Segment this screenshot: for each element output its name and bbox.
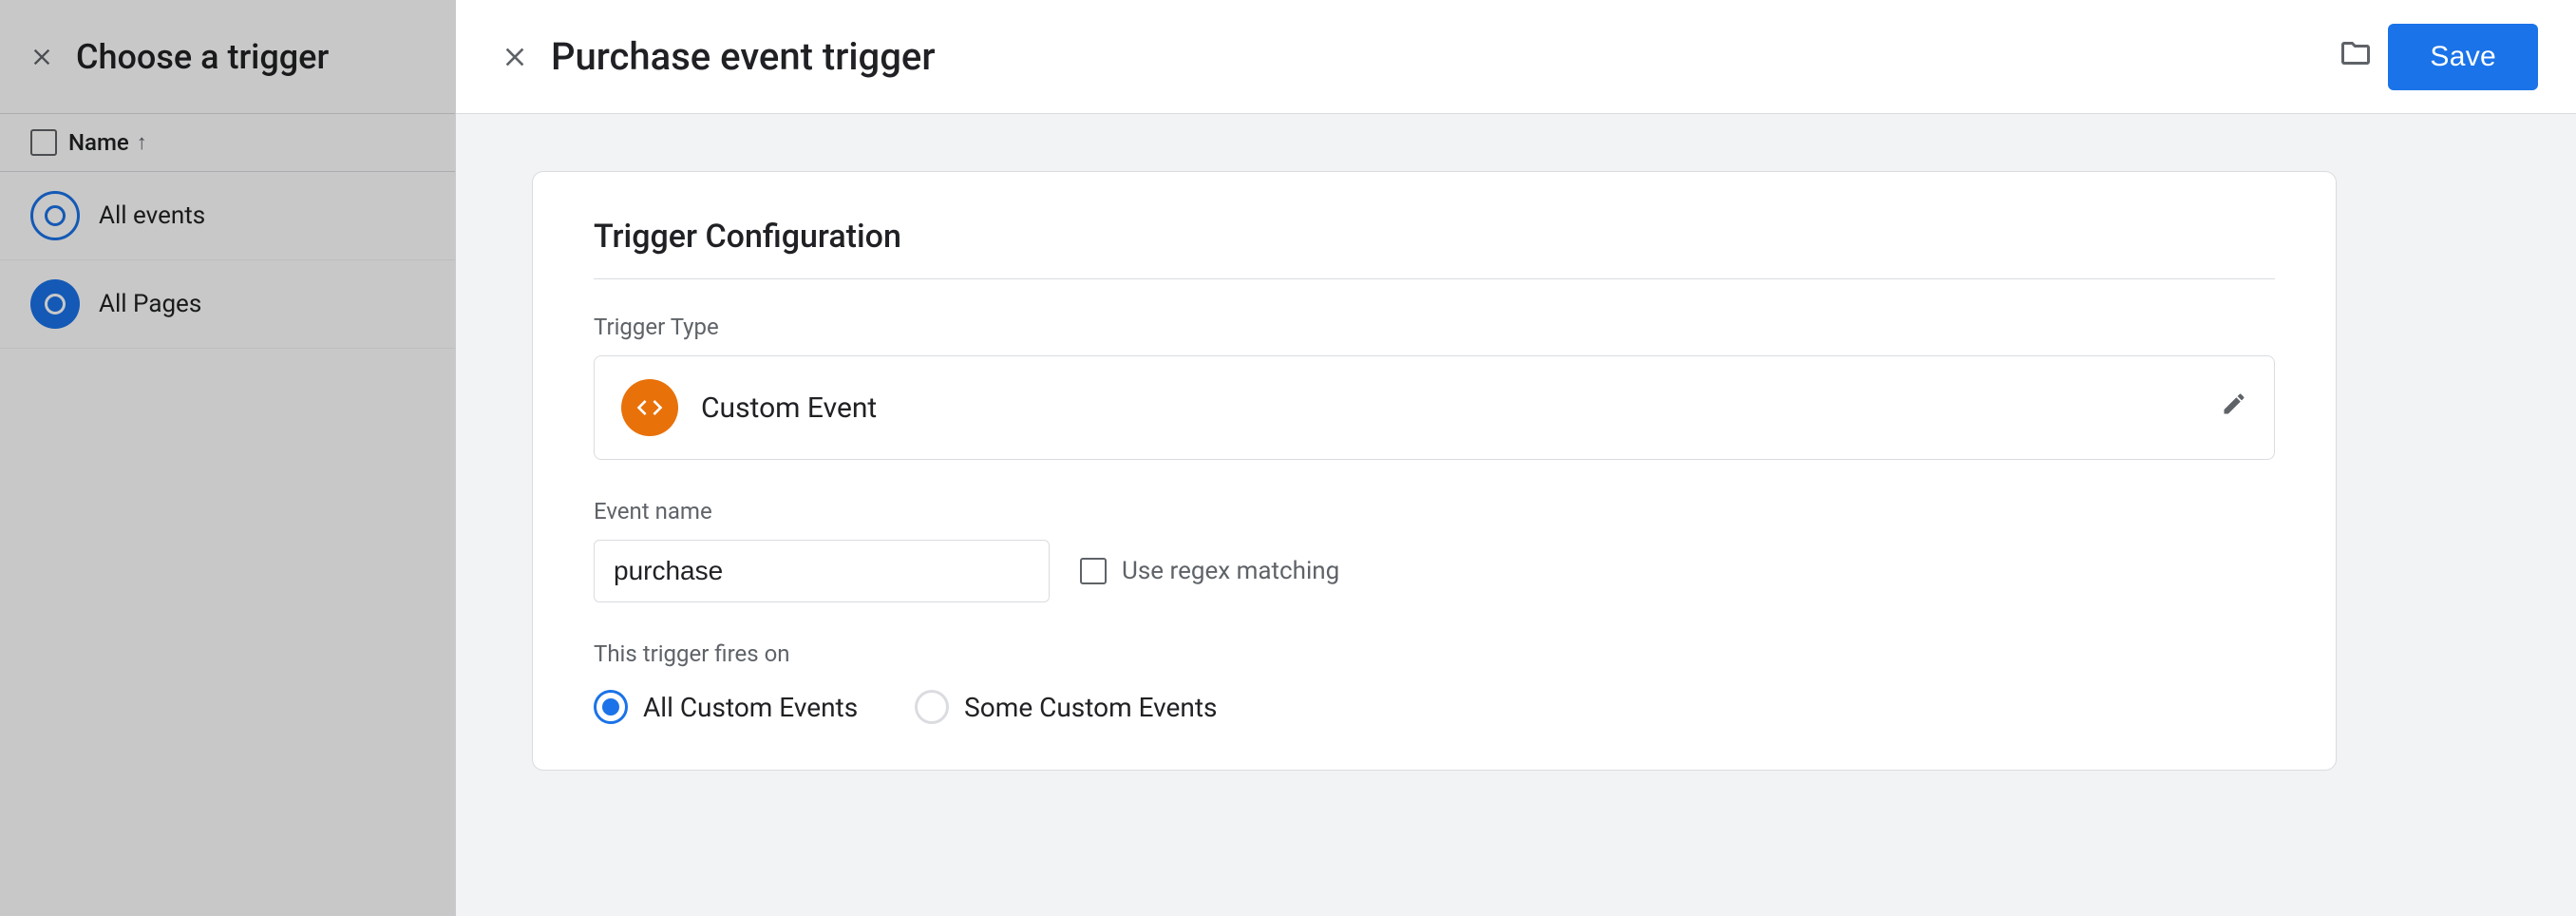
radio-label-all-custom: All Custom Events <box>643 692 858 723</box>
list-item-all-events[interactable]: All events <box>0 172 455 260</box>
trigger-type-section: Trigger Type Custom Event <box>594 314 2275 460</box>
config-card-title: Trigger Configuration <box>594 218 2275 279</box>
fires-on-label: This trigger fires on <box>594 640 2275 667</box>
all-pages-label: All Pages <box>99 290 201 318</box>
left-panel: Choose a trigger Name ↑ All events All P… <box>0 0 456 916</box>
sort-label[interactable]: Name ↑ <box>68 129 147 156</box>
save-button[interactable]: Save <box>2388 24 2538 90</box>
main-header-title: Purchase event trigger <box>551 34 2316 79</box>
radio-some-custom-events[interactable]: Some Custom Events <box>915 690 1217 724</box>
radio-circle-all-custom <box>594 690 628 724</box>
left-panel-header: Choose a trigger <box>0 0 455 114</box>
regex-row: Use regex matching <box>1080 557 1339 585</box>
radio-group: All Custom Events Some Custom Events <box>594 690 2275 724</box>
regex-label: Use regex matching <box>1122 557 1339 585</box>
all-events-icon <box>30 191 80 240</box>
regex-checkbox[interactable] <box>1080 558 1107 584</box>
radio-inner-all-custom <box>602 698 619 716</box>
custom-event-icon <box>621 379 678 436</box>
main-panel: Purchase event trigger Save Trigger Conf… <box>456 0 2576 916</box>
trigger-type-box[interactable]: Custom Event <box>594 355 2275 460</box>
content-area: Trigger Configuration Trigger Type Custo… <box>456 114 2576 916</box>
all-events-icon-inner <box>45 205 66 226</box>
folder-icon[interactable] <box>2339 36 2373 78</box>
radio-label-some-custom: Some Custom Events <box>964 692 1217 723</box>
config-card: Trigger Configuration Trigger Type Custo… <box>532 171 2337 771</box>
left-panel-close-button[interactable] <box>23 38 61 76</box>
sort-row: Name ↑ <box>0 114 455 172</box>
radio-all-custom-events[interactable]: All Custom Events <box>594 690 858 724</box>
fires-on-section: This trigger fires on All Custom Events … <box>594 640 2275 724</box>
event-name-row: Use regex matching <box>594 540 2275 602</box>
sort-arrow-icon: ↑ <box>137 130 147 155</box>
list-item-all-pages[interactable]: All Pages <box>0 260 455 349</box>
event-name-label: Event name <box>594 498 2275 525</box>
edit-pencil-icon[interactable] <box>2221 391 2247 425</box>
all-pages-icon-inner <box>45 294 66 315</box>
event-name-section: Event name Use regex matching <box>594 498 2275 602</box>
main-header: Purchase event trigger Save <box>456 0 2576 114</box>
event-name-input[interactable] <box>594 540 1050 602</box>
sort-checkbox[interactable] <box>30 129 57 156</box>
trigger-type-label: Trigger Type <box>594 314 2275 340</box>
trigger-type-name: Custom Event <box>701 391 2198 425</box>
radio-circle-some-custom <box>915 690 949 724</box>
left-panel-title: Choose a trigger <box>76 37 329 77</box>
all-pages-icon <box>30 279 80 329</box>
all-events-label: All events <box>99 201 205 230</box>
main-header-close-button[interactable] <box>494 36 536 78</box>
